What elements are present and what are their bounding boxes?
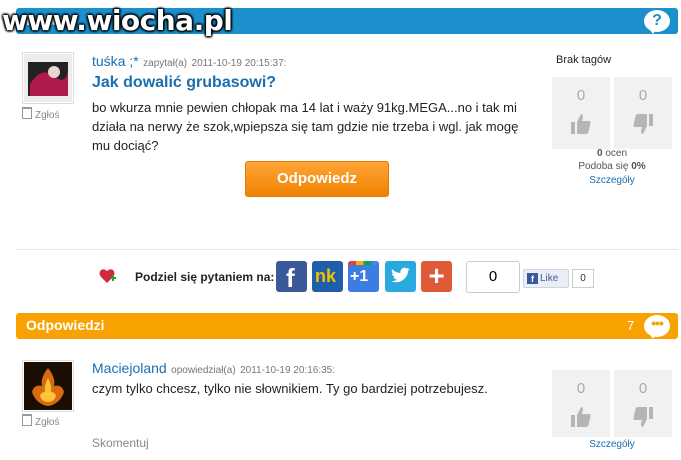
likes-percent: 0% <box>631 161 646 172</box>
question-body: bo wkurza mnie pewien chłopak ma 14 lat … <box>92 100 519 153</box>
watermark-logo: www.wiocha.pl <box>2 4 233 37</box>
share-counter: 0 <box>466 261 520 293</box>
facebook-share-button[interactable]: f <box>276 261 307 293</box>
details-link[interactable]: Szczegóły <box>552 439 672 450</box>
avatar[interactable] <box>22 52 74 104</box>
thumbs-up-icon <box>571 114 591 134</box>
comment-link[interactable]: Skomentuj <box>92 436 149 450</box>
facebook-icon: f <box>286 263 295 293</box>
thumbs-down-icon <box>633 407 653 427</box>
avatar[interactable] <box>22 360 74 412</box>
question-title[interactable]: Jak dowalić grubasowi? <box>92 74 276 92</box>
answer-meta: Maciejoland opowiedział(a) 2011-10-19 20… <box>92 360 335 378</box>
trash-icon <box>22 414 32 426</box>
tags-label: Brak tagów <box>556 54 612 66</box>
question-action: zapytał(a) <box>143 58 188 69</box>
ratings-label: ocen <box>605 148 628 159</box>
answer-body: czym tylko chcesz, tylko nie słownikiem.… <box>92 381 488 396</box>
vote-up-button[interactable]: 0 <box>552 370 610 437</box>
question-datetime: 2011-10-19 20:15:37: <box>191 58 287 69</box>
heart-plus-icon <box>99 269 116 283</box>
likes-summary: Podoba się 0% <box>552 161 672 172</box>
plus-one-icon: +1 <box>350 268 369 285</box>
facebook-small-icon: f <box>527 273 538 284</box>
avatar-image <box>24 362 72 410</box>
nk-icon: nk <box>315 266 337 286</box>
question-meta: tuśka ;* zapytał(a) 2011-10-19 20:15:37: <box>92 53 286 71</box>
answer-datetime: 2011-10-19 20:16:35: <box>240 365 336 376</box>
nk-share-button[interactable]: nk <box>312 261 343 292</box>
divider <box>16 249 678 250</box>
twitter-bird-icon <box>391 267 410 283</box>
vote-down-button[interactable]: 0 <box>614 370 672 437</box>
vote-up-count: 0 <box>576 380 586 397</box>
vote-up-button[interactable]: 0 <box>552 77 610 149</box>
likes-label: Podoba się <box>578 161 629 172</box>
report-button[interactable]: Zgłoś <box>22 414 59 428</box>
more-share-button[interactable]: + <box>421 260 452 292</box>
answer-button[interactable]: Odpowiedz <box>245 161 389 197</box>
trash-icon <box>22 107 32 119</box>
details-link[interactable]: Szczegóły <box>552 175 672 186</box>
report-button[interactable]: Zgłoś <box>22 107 59 121</box>
vote-up-count: 0 <box>576 87 586 104</box>
thumbs-down-icon <box>633 114 653 134</box>
share-label: Podziel się pytaniem na: <box>135 270 275 284</box>
answers-header-title: Odpowiedzi <box>26 317 105 333</box>
facebook-like-label: Like <box>540 273 559 284</box>
facebook-like-button[interactable]: f Like <box>523 269 569 288</box>
plus-icon: + <box>428 260 445 291</box>
answers-header-bar: Odpowiedzi 7 ••• <box>16 313 678 339</box>
twitter-share-button[interactable] <box>385 261 416 292</box>
google-plus-one-button[interactable]: +1 <box>348 261 379 292</box>
question-user-link[interactable]: tuśka ;* <box>92 53 139 69</box>
ratings-summary: 0 ocen <box>552 148 672 159</box>
answer-user-link[interactable]: Maciejoland <box>92 360 167 376</box>
avatar-image <box>24 54 72 102</box>
help-icon[interactable]: ? <box>644 10 670 34</box>
vote-down-count: 0 <box>638 87 648 104</box>
vote-down-button[interactable]: 0 <box>614 77 672 149</box>
ratings-count: 0 <box>596 148 603 159</box>
answers-count: 7 <box>627 318 635 333</box>
report-label: Zgłoś <box>35 417 60 428</box>
thumbs-up-icon <box>571 407 591 427</box>
report-label: Zgłoś <box>35 110 60 121</box>
facebook-like-count: 0 <box>572 269 594 288</box>
answer-action: opowiedział(a) <box>171 365 236 376</box>
comments-icon: ••• <box>644 315 670 339</box>
vote-down-count: 0 <box>638 380 648 397</box>
